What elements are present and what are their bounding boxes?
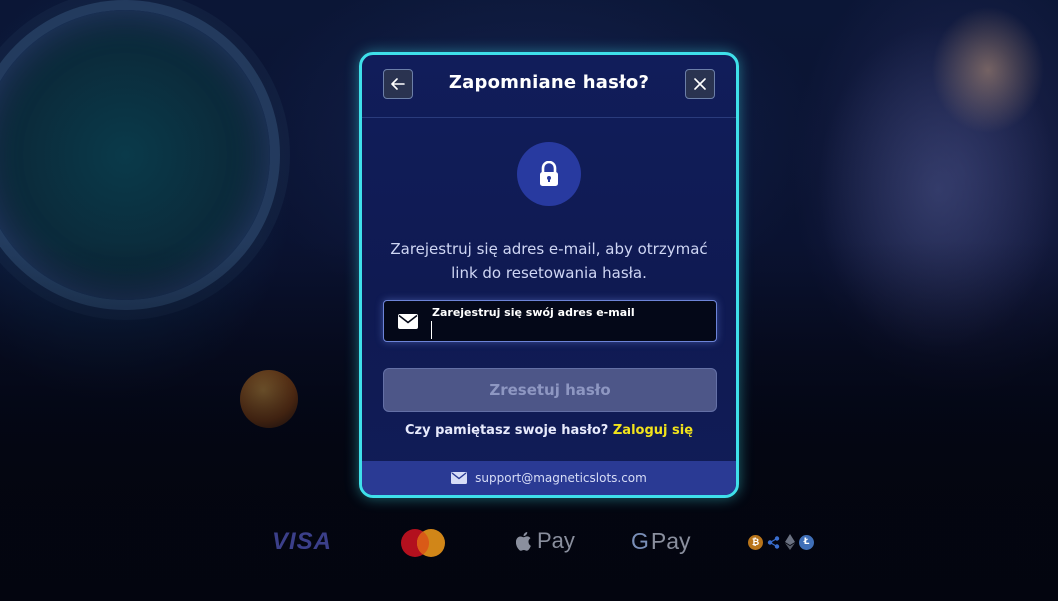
mail-icon bbox=[451, 472, 468, 484]
email-field-container[interactable]: Zarejestruj się swój adres e-mail bbox=[383, 300, 717, 342]
mastercard-logo bbox=[398, 528, 448, 558]
modal-header: Zapomniane hasło? bbox=[362, 55, 736, 118]
google-pay-text: Pay bbox=[650, 528, 691, 554]
mail-icon bbox=[398, 314, 418, 329]
litecoin-icon: Ł bbox=[799, 534, 814, 550]
bitcoin-icon: ₿ bbox=[748, 534, 763, 550]
instructions-text: Zarejestruj się adres e-mail, aby otrzym… bbox=[390, 240, 708, 282]
reset-password-button[interactable]: Zresetuj hasło bbox=[383, 368, 717, 412]
support-bar: support@magneticslots.com bbox=[362, 461, 736, 495]
ethereum-icon bbox=[785, 534, 795, 550]
email-field-label: Zarejestruj się swój adres e-mail bbox=[432, 306, 635, 319]
remember-password-row: Czy pamiętasz swoje hasło? Zaloguj się bbox=[362, 423, 736, 438]
google-g-letter: G bbox=[631, 528, 649, 554]
forgot-password-modal: Zapomniane hasło? Zarejestruj się adres … bbox=[359, 52, 739, 498]
login-link[interactable]: Zaloguj się bbox=[613, 423, 693, 438]
crypto-logos: ₿ Ł bbox=[748, 534, 814, 550]
visa-logo: VISA bbox=[272, 528, 333, 555]
ripple-icon bbox=[767, 535, 780, 549]
support-email-link[interactable]: support@magneticslots.com bbox=[475, 471, 647, 485]
lock-badge bbox=[517, 142, 581, 206]
close-icon bbox=[694, 78, 706, 90]
apple-pay-logo: Pay bbox=[516, 528, 575, 554]
lock-icon bbox=[540, 161, 558, 186]
apple-pay-text: Pay bbox=[537, 528, 575, 553]
close-button[interactable] bbox=[685, 69, 715, 99]
payment-methods: VISA Pay G Pay ₿ Ł bbox=[0, 522, 1058, 564]
email-input[interactable] bbox=[431, 321, 702, 339]
remember-text: Czy pamiętasz swoje hasło? bbox=[404, 423, 609, 438]
google-pay-logo: G Pay bbox=[631, 528, 691, 555]
modal-title: Zapomniane hasło? bbox=[448, 72, 650, 93]
apple-icon bbox=[516, 532, 531, 551]
